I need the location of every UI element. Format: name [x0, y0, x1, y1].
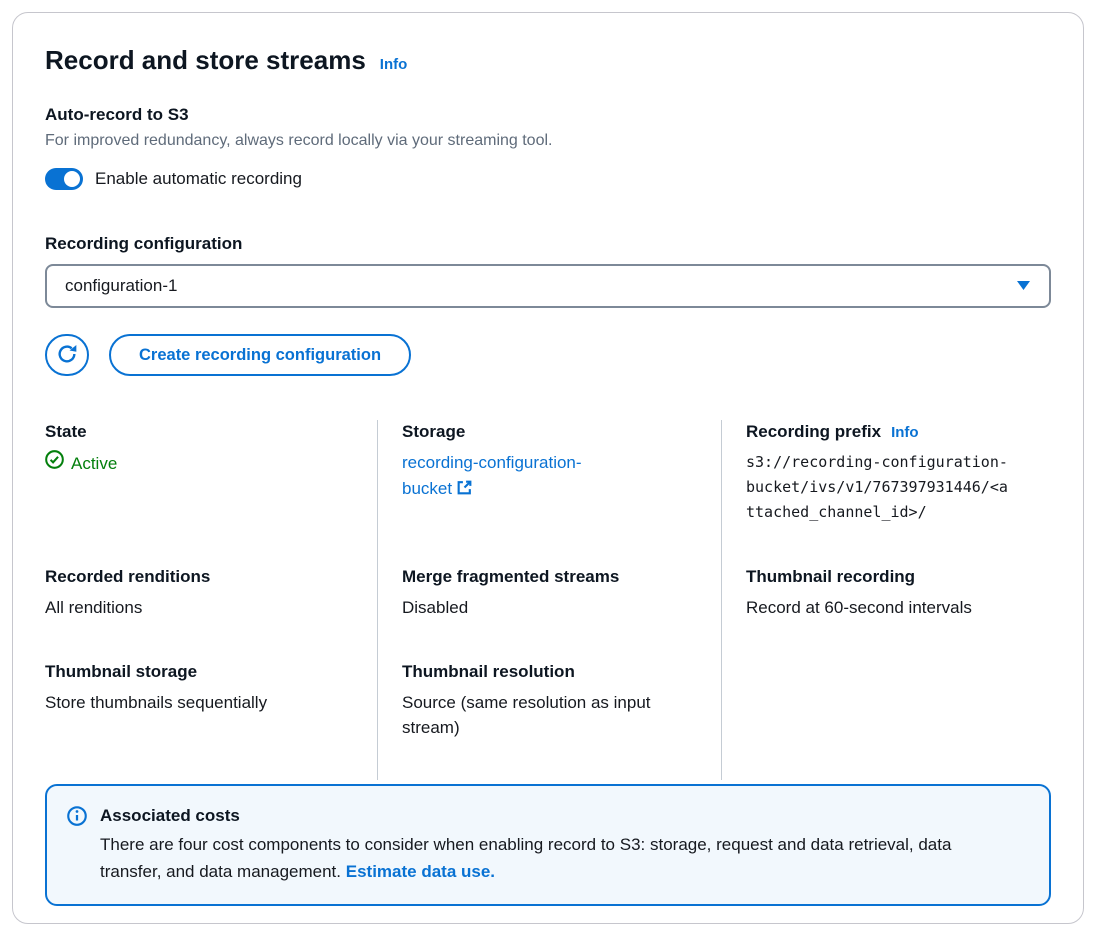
field-state: State Active	[45, 420, 377, 565]
field-recorded-renditions: Recorded renditions All renditions	[45, 565, 377, 660]
empty-cell	[721, 660, 1051, 780]
refresh-button[interactable]	[45, 334, 89, 376]
state-value-text: Active	[71, 451, 117, 476]
recording-prefix-info-link[interactable]: Info	[891, 424, 919, 441]
auto-record-label: Auto-record to S3	[45, 103, 1051, 127]
auto-record-toggle-label: Enable automatic recording	[95, 166, 302, 192]
estimate-data-use-link[interactable]: Estimate data use.	[346, 862, 495, 881]
recording-configuration-select[interactable]: configuration-1	[45, 264, 1051, 308]
thumbnail-storage-value: Store thumbnails sequentially	[45, 690, 353, 715]
refresh-icon	[56, 343, 78, 368]
field-merge-fragmented-streams: Merge fragmented streams Disabled	[377, 565, 721, 660]
thumbnail-recording-label: Thumbnail recording	[746, 565, 1027, 589]
storage-bucket-link[interactable]: recording-configuration-bucket	[402, 450, 624, 502]
field-storage: Storage recording-configuration-bucket	[377, 420, 721, 565]
toggle-knob	[64, 171, 80, 187]
panel-header: Record and store streams Info	[45, 43, 1051, 77]
thumbnail-resolution-value: Source (same resolution as input stream)	[402, 690, 697, 740]
state-value: Active	[45, 450, 353, 476]
configuration-actions: Create recording configuration	[45, 334, 1051, 376]
thumbnail-resolution-label: Thumbnail resolution	[402, 660, 697, 684]
field-thumbnail-resolution: Thumbnail resolution Source (same resolu…	[377, 660, 721, 780]
recorded-renditions-label: Recorded renditions	[45, 565, 353, 589]
create-recording-configuration-button[interactable]: Create recording configuration	[109, 334, 411, 376]
thumbnail-recording-value: Record at 60-second intervals	[746, 595, 1027, 620]
auto-record-description: For improved redundancy, always record l…	[45, 129, 1051, 153]
recording-configuration-label: Recording configuration	[45, 232, 1051, 256]
field-thumbnail-storage: Thumbnail storage Store thumbnails seque…	[45, 660, 377, 780]
state-label: State	[45, 420, 353, 444]
check-circle-icon	[45, 450, 64, 476]
alert-body-text: There are four cost components to consid…	[100, 835, 951, 881]
storage-bucket-link-text: recording-configuration-bucket	[402, 453, 582, 498]
merge-fragmented-streams-label: Merge fragmented streams	[402, 565, 697, 589]
recording-prefix-label: Recording prefix	[746, 420, 881, 444]
merge-fragmented-streams-value: Disabled	[402, 595, 697, 620]
alert-content: Associated costs There are four cost com…	[100, 803, 980, 885]
record-and-store-streams-panel: Record and store streams Info Auto-recor…	[12, 12, 1084, 924]
recording-prefix-value: s3://recording-configuration-bucket/ivs/…	[746, 450, 1012, 525]
external-link-icon	[452, 479, 473, 498]
alert-title: Associated costs	[100, 803, 980, 829]
field-recording-prefix: Recording prefix Info s3://recording-con…	[721, 420, 1051, 565]
recorded-renditions-value: All renditions	[45, 595, 353, 620]
alert-body: There are four cost components to consid…	[100, 831, 980, 885]
thumbnail-storage-label: Thumbnail storage	[45, 660, 353, 684]
field-thumbnail-recording: Thumbnail recording Record at 60-second …	[721, 565, 1051, 660]
auto-record-section: Auto-record to S3 For improved redundanc…	[45, 103, 1051, 192]
auto-record-toggle-row: Enable automatic recording	[45, 166, 1051, 192]
info-circle-icon	[67, 803, 87, 885]
configuration-details-grid: State Active Storage recording-configura…	[45, 420, 1051, 780]
header-info-link[interactable]: Info	[380, 56, 408, 73]
storage-label: Storage	[402, 420, 697, 444]
associated-costs-alert: Associated costs There are four cost com…	[45, 784, 1051, 906]
auto-record-toggle[interactable]	[45, 168, 83, 190]
recording-configuration-section: Recording configuration configuration-1 …	[45, 232, 1051, 376]
selected-configuration-value: configuration-1	[65, 276, 177, 296]
page-title: Record and store streams	[45, 43, 366, 77]
chevron-down-icon	[1016, 276, 1031, 296]
